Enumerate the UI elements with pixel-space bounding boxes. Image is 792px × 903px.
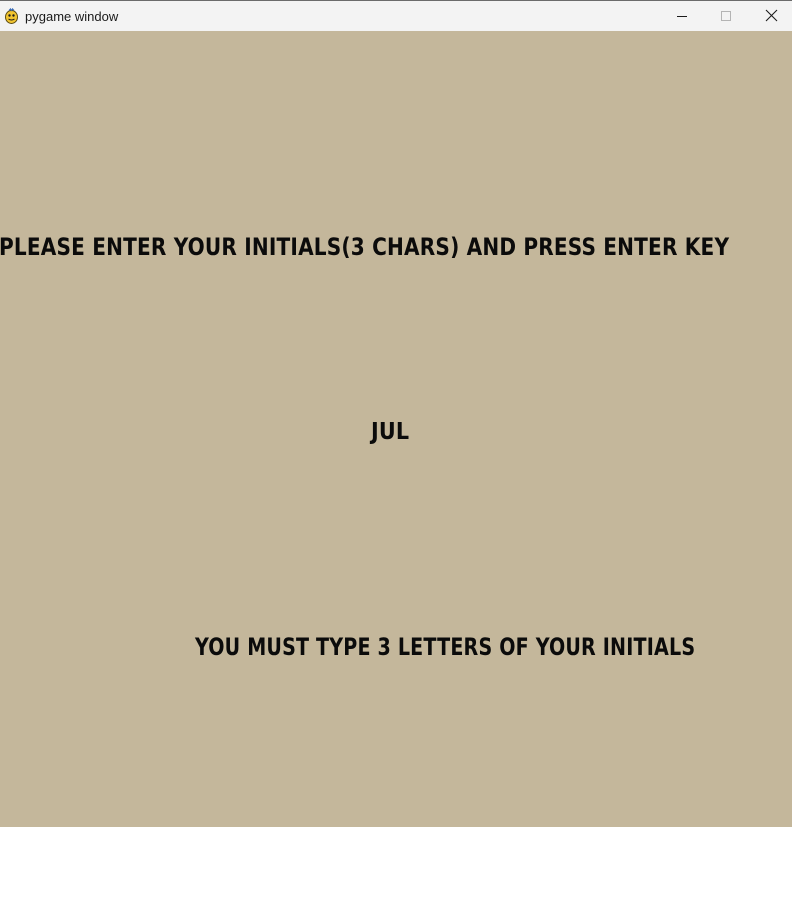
validation-message: YOU MUST TYPE 3 LETTERS OF YOUR INITIALS	[195, 633, 696, 661]
initials-input-display: JUL	[371, 419, 410, 445]
initials-prompt: PLEASE ENTER YOUR INITIALS(3 CHARS) AND …	[0, 233, 730, 261]
close-button[interactable]	[748, 1, 792, 31]
title-bar[interactable]: pygame window	[0, 0, 792, 31]
minimize-button[interactable]	[659, 1, 705, 31]
pygame-snake-icon	[5, 7, 18, 24]
maximize-button[interactable]	[703, 1, 749, 31]
pygame-window: pygame window PLEASE ENTER YOUR INITIALS…	[0, 0, 792, 827]
window-title: pygame window	[25, 9, 119, 24]
game-canvas[interactable]: PLEASE ENTER YOUR INITIALS(3 CHARS) AND …	[0, 31, 792, 827]
desktop-background	[0, 827, 792, 903]
